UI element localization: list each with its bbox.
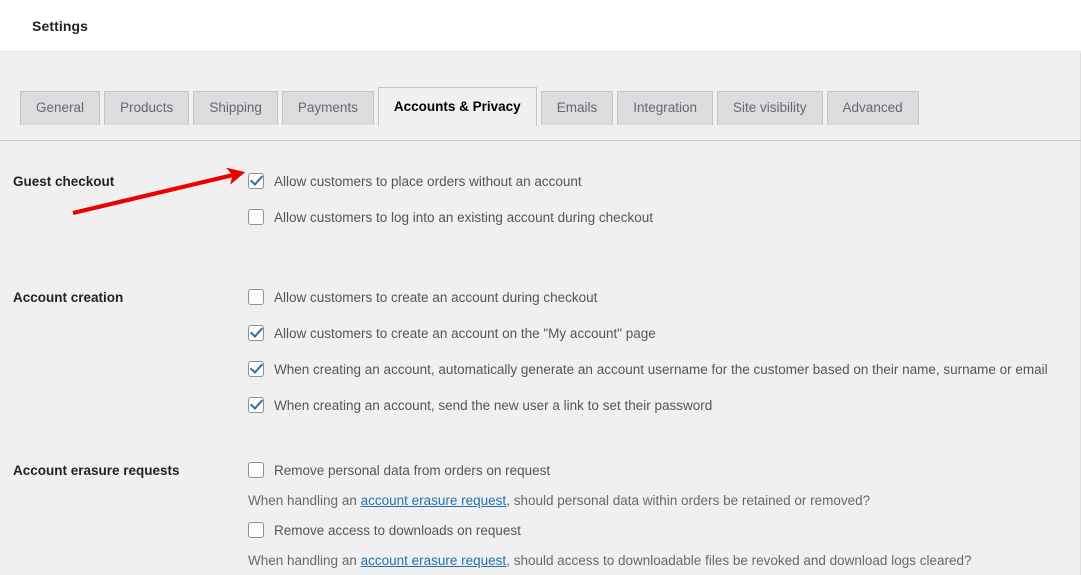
checkbox-label: When creating an account, send the new u… xyxy=(274,398,713,413)
checkbox-allow-orders-without-account[interactable] xyxy=(248,173,264,189)
tab-label: Payments xyxy=(297,100,358,115)
checkbox-label: Allow customers to place orders without … xyxy=(274,174,582,189)
tab-label: Emails xyxy=(556,100,598,115)
checkbox-create-account-my-account-page[interactable] xyxy=(248,325,264,341)
tab-site-visibility[interactable]: Site visibility xyxy=(717,91,823,125)
section-guest-checkout: Guest checkout Allow customers to place … xyxy=(0,173,1081,227)
page-title: Settings xyxy=(32,17,89,34)
checkbox-remove-personal-data-from-orders[interactable] xyxy=(248,462,264,478)
checkbox-label: Allow customers to log into an existing … xyxy=(274,210,653,225)
setting-row-guest-login-existing: Allow customers to log into an existing … xyxy=(248,209,1081,227)
section-label-account-erasure: Account erasure requests xyxy=(13,463,180,478)
setting-row-send-password-link: When creating an account, send the new u… xyxy=(248,397,1081,415)
tab-integration[interactable]: Integration xyxy=(617,91,714,125)
tab-label: Integration xyxy=(633,100,698,115)
settings-form: Guest checkout Allow customers to place … xyxy=(0,173,1081,570)
section-body-account-creation: Allow customers to create an account dur… xyxy=(248,289,1081,415)
setting-row-remove-personal-data: Remove personal data from orders on requ… xyxy=(248,462,1081,480)
description-text-before: When handling an xyxy=(248,493,361,508)
description-text-after: , should access to downloadable files be… xyxy=(506,553,972,568)
setting-row-create-account-checkout: Allow customers to create an account dur… xyxy=(248,289,1081,307)
tab-label: Accounts & Privacy xyxy=(393,99,521,114)
tab-label: Advanced xyxy=(842,100,903,115)
section-label-guest-checkout: Guest checkout xyxy=(13,174,115,189)
tab-advanced[interactable]: Advanced xyxy=(826,91,919,125)
setting-row-guest-allow-orders: Allow customers to place orders without … xyxy=(248,173,1081,191)
tab-label: General xyxy=(36,100,85,115)
tab-accounts-privacy[interactable]: Accounts & Privacy xyxy=(377,87,537,127)
tab-shipping[interactable]: Shipping xyxy=(193,91,278,125)
tabs-bottom-divider xyxy=(0,140,1081,141)
description-remove-personal-data: When handling an account erasure request… xyxy=(248,492,1081,510)
checkbox-auto-generate-username[interactable] xyxy=(248,361,264,377)
account-erasure-request-link[interactable]: account erasure request xyxy=(361,493,507,508)
tab-label: Site visibility xyxy=(733,100,807,115)
section-body-account-erasure: Remove personal data from orders on requ… xyxy=(248,462,1081,570)
account-erasure-request-link[interactable]: account erasure request xyxy=(361,553,507,568)
settings-tabs: General Products Shipping Payments Accou… xyxy=(20,87,1081,127)
checkbox-label: When creating an account, automatically … xyxy=(274,362,1048,377)
checkbox-create-account-during-checkout[interactable] xyxy=(248,289,264,305)
settings-tabs-container: General Products Shipping Payments Accou… xyxy=(0,52,1081,141)
section-label-account-creation: Account creation xyxy=(13,290,124,305)
description-text-after: , should personal data within orders be … xyxy=(506,493,871,508)
checkbox-allow-login-existing-account[interactable] xyxy=(248,209,264,225)
section-body-guest-checkout: Allow customers to place orders without … xyxy=(248,173,1081,227)
checkbox-label: Allow customers to create an account on … xyxy=(274,326,656,341)
page-header: Settings xyxy=(0,0,1081,52)
tab-payments[interactable]: Payments xyxy=(281,91,374,125)
section-account-creation: Account creation Allow customers to crea… xyxy=(0,289,1081,415)
checkbox-label: Remove personal data from orders on requ… xyxy=(274,463,551,478)
setting-row-generate-username: When creating an account, automatically … xyxy=(248,361,1081,379)
section-account-erasure: Account erasure requests Remove personal… xyxy=(0,462,1081,570)
description-text-before: When handling an xyxy=(248,553,361,568)
setting-row-create-account-my-account: Allow customers to create an account on … xyxy=(248,325,1081,343)
checkbox-label: Remove access to downloads on request xyxy=(274,523,521,538)
tab-label: Products xyxy=(120,100,174,115)
tab-products[interactable]: Products xyxy=(104,91,190,125)
setting-row-remove-downloads-access: Remove access to downloads on request xyxy=(248,522,1081,540)
description-remove-downloads-access: When handling an account erasure request… xyxy=(248,552,1081,570)
checkbox-label: Allow customers to create an account dur… xyxy=(274,290,598,305)
checkbox-send-password-setup-link[interactable] xyxy=(248,397,264,413)
tab-label: Shipping xyxy=(209,100,262,115)
tab-general[interactable]: General xyxy=(20,91,101,125)
tab-emails[interactable]: Emails xyxy=(540,91,614,125)
checkbox-remove-access-to-downloads[interactable] xyxy=(248,522,264,538)
